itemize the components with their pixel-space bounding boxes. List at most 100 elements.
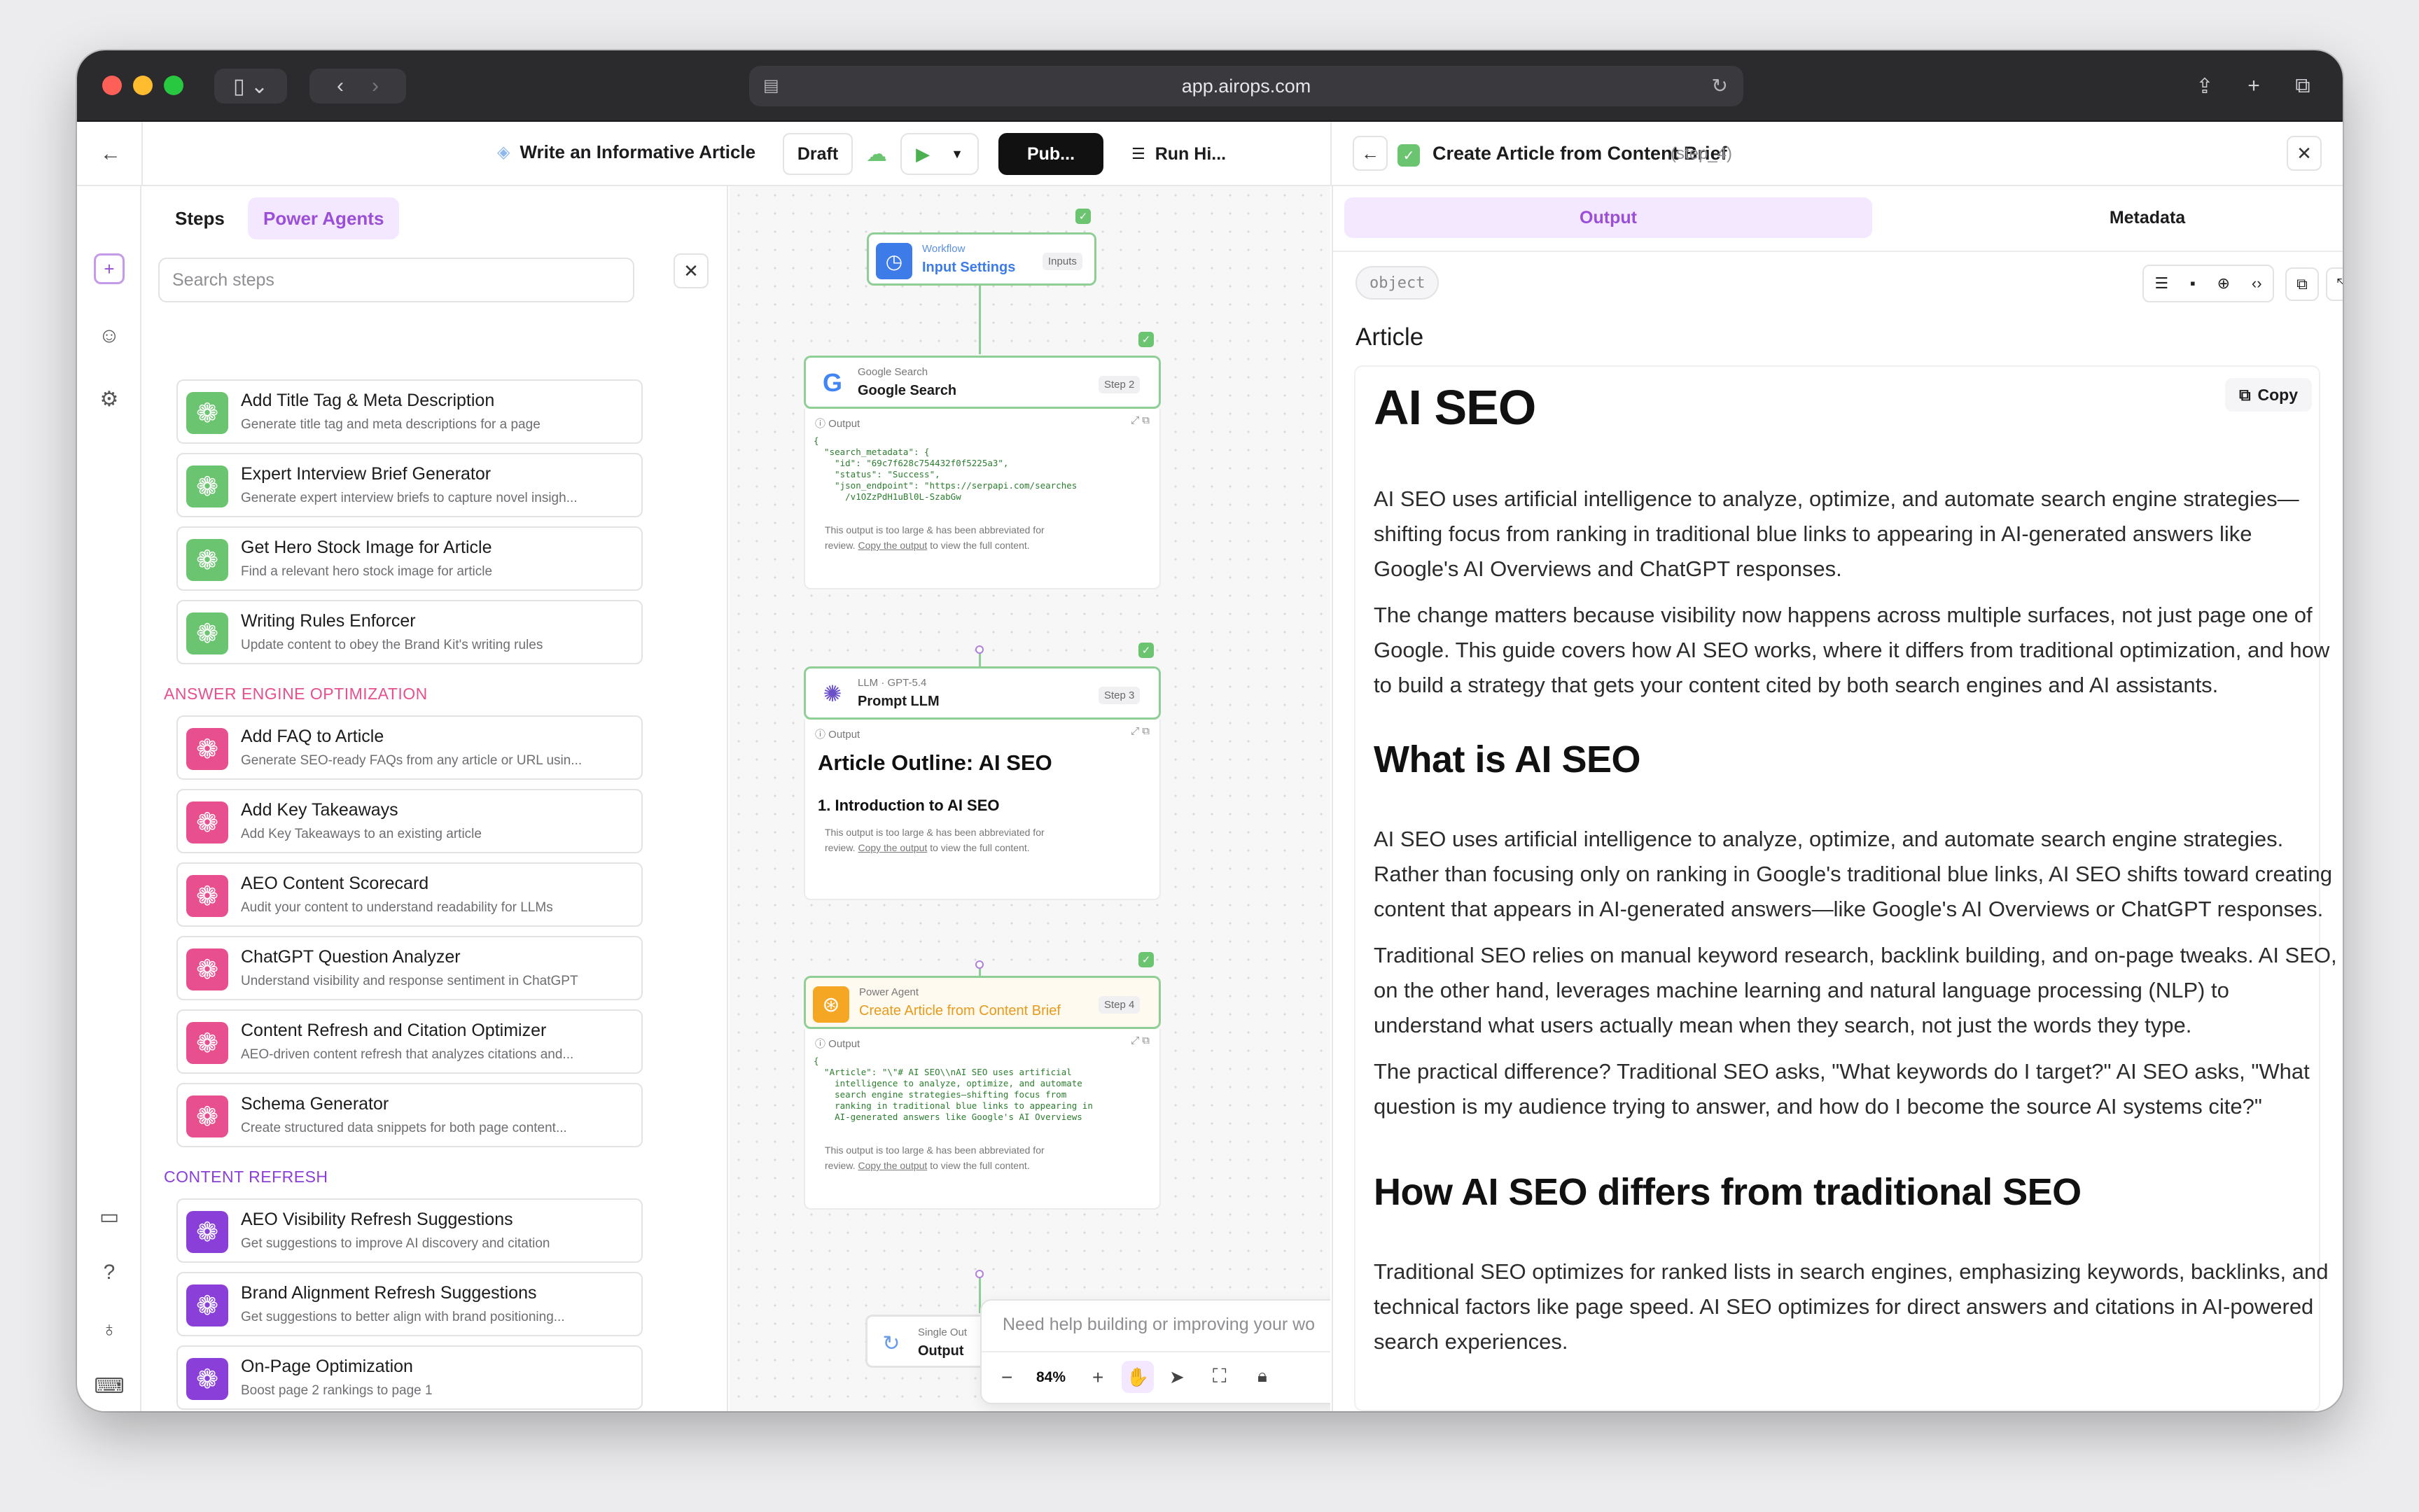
browser-toolbar: ▯ ⌄ ‹ › ▤ app.airops.com ↻ ⇪ + ⧉ [77,50,2343,122]
agent-icon: ❁ [186,539,228,581]
tab-power-agents[interactable]: Power Agents [248,197,400,239]
step-card[interactable]: ❁ Add Key Takeaways Add Key Takeaways to a… [176,789,643,853]
lock-icon[interactable]: 🔒︎ [1257,1365,1267,1387]
step-card[interactable]: ❁ Expert Interview Brief Generator Generat… [176,453,643,517]
code-view-icon[interactable]: ‹› [2252,274,2262,293]
article-card: ⧉ Copy AI SEO AI SEO uses artificial int… [1354,365,2337,1411]
output-actions[interactable]: ⤢ ⧉ [1131,414,1150,426]
step-card[interactable]: ❁ Writing Rules Enforcer Update content to… [176,600,643,664]
zoom-in-button[interactable]: + [1092,1366,1103,1389]
search-steps-input[interactable] [158,258,634,302]
tab-steps[interactable]: Steps [161,197,239,239]
minimize-window-button[interactable] [133,76,153,95]
page-menu-icon[interactable]: ▤ [763,76,779,96]
text-view-icon[interactable]: ☰ [2154,274,2168,293]
run-split-button: ▶ ▼ [900,133,979,175]
step-description: AEO-driven content refresh that analyzes… [241,1047,574,1062]
output-actions[interactable]: ⤢ ⧉ [1131,725,1150,737]
step-title: AEO Visibility Refresh Suggestions [241,1210,513,1229]
tab-overview-icon[interactable]: ⧉ [2285,69,2320,104]
close-steps-button[interactable]: ✕ [674,253,709,288]
reload-icon[interactable]: ↻ [1712,74,1728,97]
node-google-search[interactable]: G Google Search Google Search Step 2 [804,356,1161,409]
copy-output-link[interactable]: Copy the output [858,540,927,551]
step-card[interactable]: ❁ Add Title Tag & Meta Description Generat… [176,379,643,444]
section-title: Article [1355,323,1424,351]
copy-output-link[interactable]: Copy the output [858,1160,927,1171]
lightbulb-icon[interactable]: ♁ [94,1315,125,1345]
agent-icon: ❁ [186,1022,228,1064]
copy-icon[interactable]: ⧉ [2285,267,2319,301]
close-window-button[interactable] [102,76,122,95]
output-actions[interactable]: ⤢ ⧉ [1131,1035,1150,1046]
node-create-article[interactable]: ⊛ Power Agent Create Article from Conten… [804,976,1161,1029]
step-description: Update content to obey the Brand Kit's w… [241,638,543,652]
node-prompt-llm[interactable]: ✺ LLM · GPT-5.4 Prompt LLM Step 3 [804,666,1161,720]
article-h1: AI SEO [1374,380,1536,435]
step-card[interactable]: ❁ On-Page Optimization Boost page 2 rankin… [176,1345,643,1410]
step-card[interactable]: ❁ Get Hero Stock Image for Article Find a … [176,526,643,591]
article-paragraph: Traditional SEO relies on manual keyword… [1374,943,2337,1037]
section-label: CONTENT REFRESH [164,1168,328,1186]
copy-article-button[interactable]: ⧉ Copy [2225,378,2312,412]
step-card[interactable]: ❁ ChatGPT Question Analyzer Understand vis… [176,936,643,1000]
step-card[interactable]: ❁ Schema Generator Create structured data … [176,1083,643,1147]
abbrev-note: This output is too large & has been abbr… [825,524,1045,551]
step-card[interactable]: ❁ Add FAQ to Article Generate SEO-ready FA… [176,715,643,780]
collapse-icon[interactable]: ⤡ [2326,267,2343,301]
close-icon: ✕ [2296,142,2312,164]
agent-icon: ❁ [186,465,228,507]
close-icon: ✕ [683,260,699,281]
play-icon[interactable]: ▶ [916,144,930,165]
fit-view-icon[interactable]: ⛶ [1213,1365,1227,1388]
chat-assistant-icon[interactable]: ☺ [94,321,125,351]
address-bar[interactable]: ▤ app.airops.com ↻ [749,66,1743,106]
llm-output-heading: 1. Introduction to AI SEO [818,797,1000,814]
article-h2: What is AI SEO [1374,738,1641,780]
tab-metadata[interactable]: Metadata [1883,197,2343,238]
workflow-title[interactable]: ◈ Write an Informative Article [497,141,755,163]
zoom-out-button[interactable]: − [1001,1366,1012,1389]
step-title: Writing Rules Enforcer [241,611,416,631]
workflow-canvas[interactable]: ✓ ◷ Workflow Input Settings Inputs ✓ G G… [730,186,1330,1411]
agent-icon: ❁ [186,948,228,990]
step-description: Generate title tag and meta descriptions… [241,417,541,432]
add-step-icon[interactable]: + [94,253,125,284]
llm-output-title: Article Outline: AI SEO [818,750,1052,775]
hand-tool-icon[interactable]: ✋ [1122,1361,1154,1393]
step-card[interactable]: ❁ Content Refresh and Citation Optimizer A… [176,1009,643,1074]
step-card[interactable]: ❁ Brand Alignment Refresh Suggestions Get … [176,1272,643,1336]
close-panel-button[interactable]: ✕ [2287,136,2322,171]
chevron-down-icon[interactable]: ▼ [951,147,963,162]
run-history-button[interactable]: ☰ Run Hi... [1116,133,1253,175]
web-view-icon[interactable]: ⊕ [2217,274,2230,293]
node-input-settings[interactable]: ◷ Workflow Input Settings Inputs [867,232,1096,286]
share-icon[interactable]: ⇪ [2187,69,2222,104]
back-arrow-icon[interactable]: ← [94,137,127,171]
settings-gear-icon[interactable]: ⚙ [94,384,125,414]
step-title: ChatGPT Question Analyzer [241,947,461,967]
pointer-tool-icon[interactable]: ➤ [1169,1366,1185,1388]
terminal-view-icon[interactable]: ▪ [2190,274,2196,293]
keyboard-icon[interactable]: ⌨ [94,1371,125,1401]
app-header: ← ◈ Write an Informative Article Draft ☁… [77,122,2343,186]
panel-back-button[interactable]: ← [1353,136,1388,171]
step-description: Get suggestions to better align with bra… [241,1310,565,1324]
workflow-timer-icon: ◷ [876,243,912,279]
step-card[interactable]: ❁ AEO Content Scorecard Audit your content… [176,862,643,927]
back-arrow-icon[interactable]: ‹ [337,74,344,98]
assistant-input[interactable]: Need help building or improving your wo [1003,1315,1315,1335]
docs-book-icon[interactable]: ▭ [94,1201,125,1232]
new-tab-icon[interactable]: + [2236,69,2271,104]
copy-output-link[interactable]: Copy the output [858,842,927,853]
step-title: Get Hero Stock Image for Article [241,538,492,557]
zoom-window-button[interactable] [164,76,183,95]
browser-window: ▯ ⌄ ‹ › ▤ app.airops.com ↻ ⇪ + ⧉ ← ◈ Wri… [77,50,2343,1411]
help-icon[interactable]: ? [94,1257,125,1288]
publish-button[interactable]: Pub... [998,133,1103,175]
tab-output[interactable]: Output [1344,197,1872,238]
forward-arrow-icon[interactable]: › [372,74,379,98]
draft-badge[interactable]: Draft [783,133,853,175]
step-card[interactable]: ❁ AEO Visibility Refresh Suggestions Get s… [176,1198,643,1263]
sidebar-toggle-button[interactable]: ▯ ⌄ [214,69,287,104]
